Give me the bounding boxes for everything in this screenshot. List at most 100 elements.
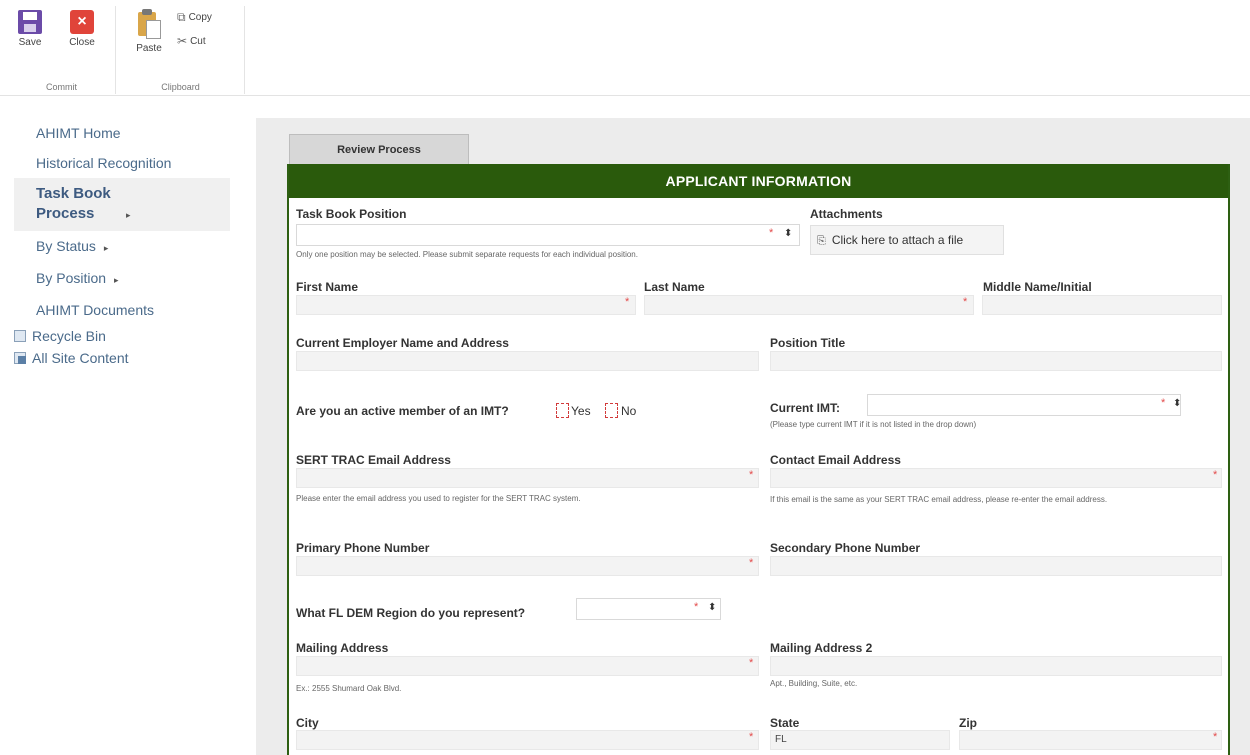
contact-email-label: Contact Email Address	[770, 453, 901, 467]
paste-label: Paste	[136, 43, 162, 54]
mailing-address-2-label: Mailing Address 2	[770, 641, 873, 655]
copy-icon: ⧉	[177, 10, 186, 24]
close-button[interactable]: × Close	[62, 10, 102, 48]
secondary-phone-input[interactable]	[770, 556, 1222, 576]
recycle-bin-label: Recycle Bin	[32, 328, 106, 344]
mailing-address-help: Ex.: 2555 Shumard Oak Blvd.	[296, 684, 402, 693]
paste-button[interactable]: Paste	[129, 8, 169, 54]
position-title-input[interactable]	[770, 351, 1222, 371]
contact-email-input[interactable]	[770, 468, 1222, 488]
recycle-bin-icon	[14, 330, 26, 342]
task-book-position-label: Task Book Position	[296, 207, 407, 221]
copy-button[interactable]: ⧉ Copy	[177, 10, 212, 25]
imt-yes-checkbox[interactable]	[556, 403, 569, 418]
nav-item-label: By Status	[36, 238, 96, 254]
last-name-label: Last Name	[644, 280, 705, 294]
nav-item-by-position[interactable]: By Position ▸	[14, 263, 230, 295]
mailing-address-input[interactable]	[296, 656, 759, 676]
last-name-input[interactable]	[644, 295, 974, 315]
nav-item-label: By Position	[36, 270, 107, 286]
tab-review-process[interactable]: Review Process	[289, 134, 469, 164]
sert-email-input[interactable]	[296, 468, 759, 488]
current-imt-label: Current IMT:	[770, 401, 840, 415]
secondary-phone-label: Secondary Phone Number	[770, 541, 921, 555]
left-navigation: AHIMT Home Historical Recognition Task B…	[14, 118, 230, 369]
primary-phone-label: Primary Phone Number	[296, 541, 430, 555]
ribbon-toolbar: Save × Close Commit Paste ⧉ Copy ✂ Cut C…	[0, 0, 1250, 96]
nav-item-by-status[interactable]: By Status ▸	[14, 231, 230, 263]
required-marker: *	[749, 469, 754, 481]
imt-yes-label: Yes	[571, 404, 591, 418]
paperclip-icon: ⎘	[817, 235, 826, 247]
nav-item-all-site-content[interactable]: All Site Content	[14, 347, 230, 369]
required-marker: *	[749, 657, 754, 669]
required-marker: *	[769, 227, 774, 239]
imt-no-label: No	[621, 404, 637, 418]
employer-label: Current Employer Name and Address	[296, 336, 509, 350]
close-label: Close	[69, 37, 95, 48]
commit-group-label: Commit	[46, 82, 77, 92]
mailing-address-2-input[interactable]	[770, 656, 1222, 676]
primary-phone-input[interactable]	[296, 556, 759, 576]
form-header: APPLICANT INFORMATION	[289, 164, 1228, 198]
position-title-label: Position Title	[770, 336, 846, 350]
mailing-address-label: Mailing Address	[296, 641, 389, 655]
save-button[interactable]: Save	[10, 10, 50, 48]
required-marker: *	[694, 601, 699, 613]
copy-label: Copy	[188, 12, 212, 23]
cut-label: Cut	[190, 35, 206, 47]
imt-no-checkbox[interactable]	[605, 403, 618, 418]
sert-email-label: SERT TRAC Email Address	[296, 453, 451, 467]
nav-item-label: Task Book Process	[36, 185, 111, 222]
city-label: City	[296, 716, 319, 730]
state-label: State	[770, 716, 800, 730]
cut-button[interactable]: ✂ Cut	[177, 34, 206, 48]
state-input[interactable]	[770, 730, 950, 750]
cut-icon: ✂	[177, 34, 188, 48]
required-marker: *	[625, 296, 630, 308]
required-marker: *	[1213, 731, 1218, 743]
nav-item-task-book-process[interactable]: Task Book Process ▸	[14, 178, 230, 231]
current-imt-select[interactable]	[867, 394, 1181, 416]
nav-item-historical-recognition[interactable]: Historical Recognition	[14, 148, 230, 178]
imt-member-label: Are you an active member of an IMT?	[296, 404, 509, 418]
sert-email-help: Please enter the email address you used …	[296, 494, 581, 503]
site-content-icon	[14, 352, 26, 364]
middle-name-label: Middle Name/Initial	[983, 280, 1092, 294]
select-arrows-icon: ⬍	[784, 228, 793, 239]
close-icon: ×	[70, 10, 94, 34]
attach-file-text: Click here to attach a file	[831, 233, 964, 247]
save-icon	[18, 10, 42, 34]
required-marker: *	[963, 296, 968, 308]
zip-label: Zip	[959, 716, 977, 730]
ribbon-group-clipboard: Paste ⧉ Copy ✂ Cut Clipboard	[117, 6, 245, 94]
region-select[interactable]	[576, 598, 721, 620]
select-arrows-icon: ⬍	[708, 602, 717, 613]
current-imt-help: (Please type current IMT if it is not li…	[770, 420, 977, 429]
paste-icon	[136, 8, 162, 40]
all-site-content-label: All Site Content	[32, 350, 129, 366]
attach-file-link[interactable]: ⎘ Click here to attach a file	[810, 225, 1004, 255]
required-marker: *	[1213, 469, 1218, 481]
save-label: Save	[18, 37, 42, 48]
mailing-address-2-help: Apt., Building, Suite, etc.	[770, 679, 858, 688]
employer-input[interactable]	[296, 351, 759, 371]
nav-item-recycle-bin[interactable]: Recycle Bin	[14, 325, 230, 347]
city-input[interactable]	[296, 730, 759, 750]
nav-item-ahimt-documents[interactable]: AHIMT Documents	[14, 295, 230, 325]
required-marker: *	[1161, 397, 1166, 409]
contact-email-help: If this email is the same as your SERT T…	[770, 495, 1108, 504]
required-marker: *	[749, 557, 754, 569]
ribbon-group-commit: Save × Close Commit	[8, 6, 116, 94]
middle-name-input[interactable]	[982, 295, 1222, 315]
region-label: What FL DEM Region do you represent?	[296, 606, 526, 620]
first-name-input[interactable]	[296, 295, 636, 315]
task-book-position-select[interactable]	[296, 224, 800, 246]
first-name-label: First Name	[296, 280, 359, 294]
state-value: FL	[775, 734, 787, 745]
nav-item-ahimt-home[interactable]: AHIMT Home	[14, 118, 230, 148]
required-marker: *	[749, 731, 754, 743]
flyout-arrow-icon: ▸	[103, 243, 109, 253]
zip-input[interactable]	[959, 730, 1222, 750]
flyout-arrow-icon: ▸	[126, 210, 131, 220]
